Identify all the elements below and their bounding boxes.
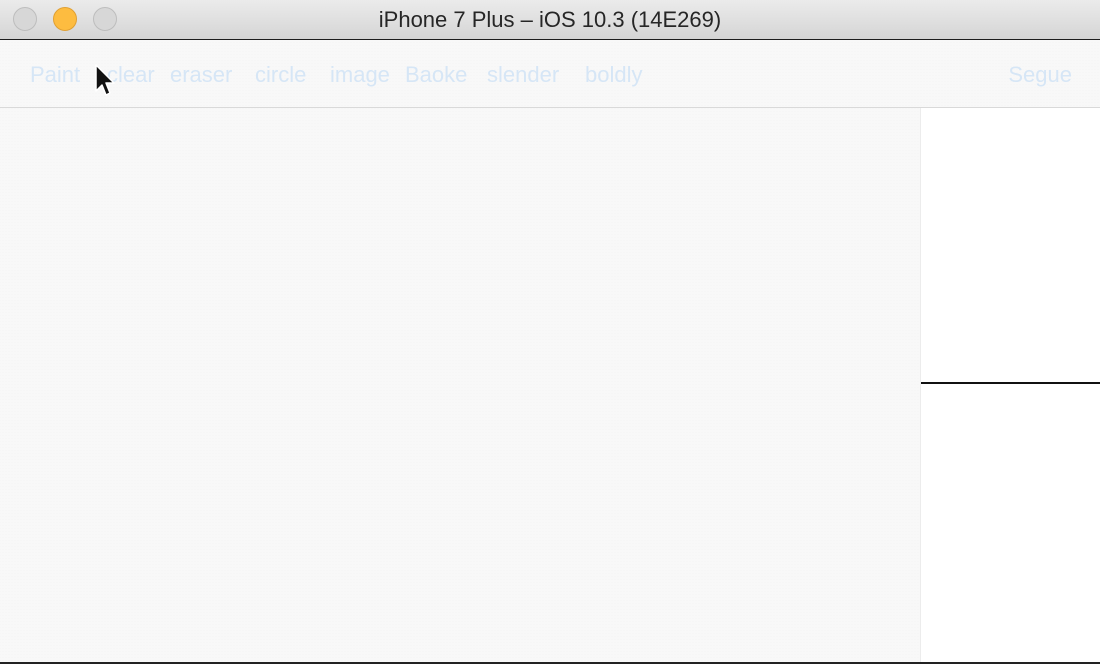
title-bar: iPhone 7 Plus – iOS 10.3 (14E269) <box>0 0 1100 40</box>
segue-button[interactable]: Segue <box>1008 62 1072 88</box>
slender-button[interactable]: slender <box>487 62 559 88</box>
mouse-pointer-icon <box>95 64 115 96</box>
window-title: iPhone 7 Plus – iOS 10.3 (14E269) <box>378 7 722 32</box>
baoke-button[interactable]: Baoke <box>405 62 467 88</box>
boldly-button[interactable]: boldly <box>585 62 642 88</box>
eraser-button[interactable]: eraser <box>170 62 232 88</box>
circle-button[interactable]: circle <box>255 62 306 88</box>
app-screen: Paint clear eraser circle image Baoke sl… <box>0 40 1100 662</box>
simulator-window: iPhone 7 Plus – iOS 10.3 (14E269) Paint … <box>0 0 1100 664</box>
paint-button[interactable]: Paint <box>30 62 80 88</box>
drawing-canvas[interactable] <box>0 108 920 662</box>
drawn-line <box>921 382 1100 384</box>
side-panel <box>920 108 1100 662</box>
image-button[interactable]: image <box>330 62 390 88</box>
drawing-toolbar: Paint clear eraser circle image Baoke sl… <box>0 40 1100 108</box>
